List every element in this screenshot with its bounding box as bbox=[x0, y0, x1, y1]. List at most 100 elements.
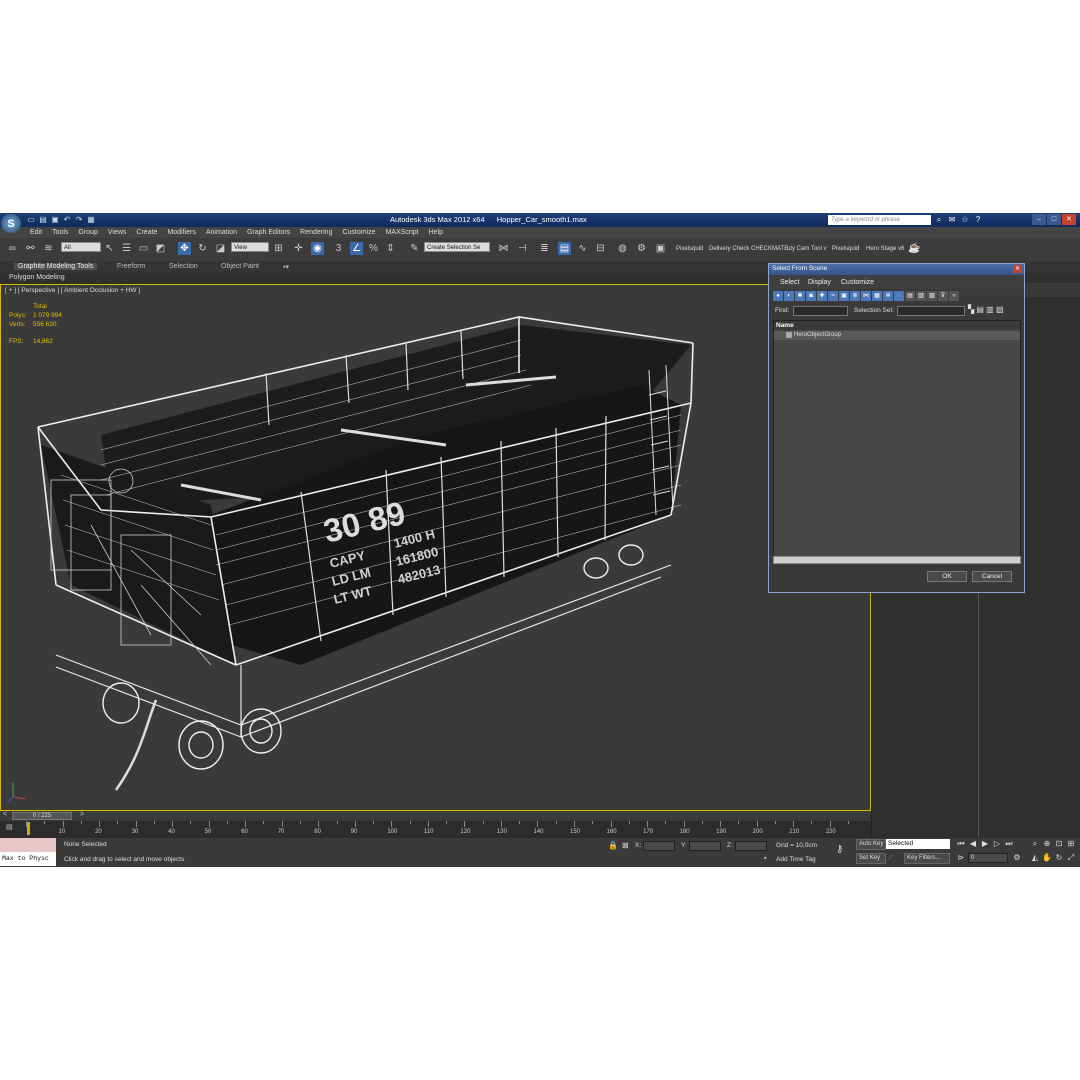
list-item[interactable]: HeroObjectGroup bbox=[774, 331, 1020, 340]
viewport-label[interactable]: [ + ] [ Perspective ] [ Ambient Occlusio… bbox=[5, 287, 140, 294]
play-icon[interactable]: ▶ bbox=[980, 839, 990, 849]
display-invert-icon[interactable]: ▧ bbox=[927, 291, 937, 301]
field-of-view-icon[interactable]: ◭ bbox=[1030, 853, 1040, 863]
pivot-center-icon[interactable]: ⊞ bbox=[272, 242, 285, 255]
render-frame-icon[interactable]: ▣ bbox=[654, 242, 667, 255]
app-menu-button[interactable]: S bbox=[1, 214, 21, 233]
bones-filter-icon[interactable]: ⋈ bbox=[861, 291, 871, 301]
tab-object-paint[interactable]: Object Paint bbox=[221, 263, 259, 270]
dialog-menu-customize[interactable]: Customize bbox=[841, 279, 874, 286]
helpers-filter-icon[interactable]: ✚ bbox=[817, 291, 827, 301]
track-bar[interactable]: ▤ 10 20 30 40 50 60 70 80 90 100 110 120 130 140 150 16… bbox=[0, 821, 871, 838]
display-none-icon[interactable]: ▥ bbox=[916, 291, 926, 301]
tab-selection[interactable]: Selection bbox=[169, 263, 198, 270]
dialog-menu-display[interactable]: Display bbox=[808, 279, 831, 286]
plugin-hero-stage[interactable]: Hero Stage v6 bbox=[866, 246, 904, 252]
curve-editor-icon[interactable]: ∿ bbox=[576, 242, 589, 255]
plugin-delivery-check[interactable]: Delivery Check bbox=[709, 246, 749, 252]
plugin-pixelsquid-1[interactable]: Pixelsquid bbox=[676, 246, 703, 252]
key-icon[interactable]: ⚷ bbox=[836, 844, 843, 855]
save-file-icon[interactable]: ▣ bbox=[50, 215, 60, 225]
mirror-icon[interactable]: ⋈ bbox=[497, 242, 510, 255]
spinner-snap-icon[interactable]: ⇕ bbox=[384, 242, 397, 255]
named-selection-dropdown[interactable]: Create Selection Se bbox=[424, 242, 490, 252]
menu-views[interactable]: Views bbox=[108, 227, 127, 238]
key-mode-dropdown[interactable]: Selected bbox=[886, 839, 950, 849]
time-configuration-icon[interactable]: ⚙ bbox=[1012, 853, 1022, 863]
previous-key-icon[interactable]: ◀ bbox=[968, 839, 978, 849]
horizontal-scrollbar[interactable] bbox=[773, 556, 1021, 564]
bind-spacewarp-icon[interactable]: ≋ bbox=[42, 242, 55, 255]
cancel-button[interactable]: Cancel bbox=[972, 571, 1012, 582]
next-frame-icon[interactable]: > bbox=[80, 811, 84, 818]
schematic-view-icon[interactable]: ⊟ bbox=[594, 242, 607, 255]
selection-set-icons[interactable]: ▚ ▤ ▥ ▧ bbox=[968, 305, 1004, 314]
y-coordinate-field[interactable] bbox=[689, 841, 721, 851]
key-mode-toggle-icon[interactable]: ⊳ bbox=[956, 853, 966, 863]
name-column-header[interactable]: Name bbox=[774, 321, 1020, 330]
graphite-toggle-icon[interactable]: ▤ bbox=[558, 242, 571, 255]
xrefs-filter-icon[interactable]: ⊗ bbox=[850, 291, 860, 301]
maximize-viewport-icon[interactable]: ⤢ bbox=[1066, 853, 1076, 863]
percent-snap-icon[interactable]: % bbox=[367, 242, 380, 255]
render-setup-icon[interactable]: ⚙ bbox=[635, 242, 648, 255]
new-file-icon[interactable]: ▭ bbox=[26, 215, 36, 225]
current-frame-field[interactable]: 0 bbox=[968, 853, 1008, 863]
previous-frame-icon[interactable]: < bbox=[3, 811, 7, 818]
maxscript-listener-output[interactable] bbox=[0, 838, 56, 852]
menu-edit[interactable]: Edit bbox=[30, 227, 42, 238]
dialog-menu-select[interactable]: Select bbox=[780, 279, 799, 286]
zoom-extents-icon[interactable]: ⊡ bbox=[1054, 839, 1064, 849]
menu-maxscript[interactable]: MAXScript bbox=[386, 227, 419, 238]
menu-help[interactable]: Help bbox=[429, 227, 443, 238]
auto-key-button[interactable]: Auto Key bbox=[856, 839, 886, 850]
select-scale-icon[interactable]: ◪ bbox=[214, 242, 227, 255]
maximize-button[interactable]: □ bbox=[1047, 214, 1061, 225]
shapes-filter-icon[interactable]: ◐ bbox=[784, 291, 794, 301]
select-rotate-icon[interactable]: ↻ bbox=[196, 242, 209, 255]
selection-set-dropdown[interactable] bbox=[897, 306, 965, 316]
selection-filter-dropdown[interactable]: All bbox=[61, 242, 101, 252]
material-editor-icon[interactable]: ◍ bbox=[616, 242, 629, 255]
menu-group[interactable]: Group bbox=[78, 227, 97, 238]
rectangular-selection-icon[interactable]: ▭ bbox=[137, 242, 150, 255]
find-input[interactable] bbox=[793, 306, 848, 316]
help-icon[interactable]: ? bbox=[973, 215, 983, 225]
polygon-modeling-label[interactable]: Polygon Modeling bbox=[9, 274, 65, 281]
dialog-title-bar[interactable]: Select From Scene ✕ bbox=[769, 264, 1024, 275]
minimize-button[interactable]: – bbox=[1032, 214, 1046, 225]
geometry-filter-icon[interactable]: ● bbox=[773, 291, 783, 301]
containers-filter-icon[interactable]: ▦ bbox=[872, 291, 882, 301]
open-file-icon[interactable]: ▤ bbox=[38, 215, 48, 225]
go-to-start-icon[interactable]: ⏮ bbox=[956, 839, 966, 849]
select-by-name-icon[interactable]: ☰ bbox=[120, 242, 133, 255]
go-to-end-icon[interactable]: ⏭ bbox=[1004, 839, 1014, 849]
cameras-filter-icon[interactable]: ◙ bbox=[806, 291, 816, 301]
snaps-toggle-icon[interactable]: 3 bbox=[332, 242, 345, 255]
x-coordinate-field[interactable] bbox=[643, 841, 675, 851]
align-icon[interactable]: ⊣ bbox=[516, 242, 529, 255]
dialog-filter-icon[interactable]: ⊽ bbox=[938, 291, 948, 301]
link-icon[interactable]: ∞ bbox=[6, 242, 19, 255]
layer-manager-icon[interactable]: ≣ bbox=[538, 242, 551, 255]
redo-icon[interactable]: ↷ bbox=[74, 215, 84, 225]
edit-named-selection-icon[interactable]: ✎ bbox=[408, 242, 421, 255]
lock-selection-icon[interactable]: 🔒 bbox=[608, 841, 618, 850]
menu-create[interactable]: Create bbox=[136, 227, 157, 238]
favorites-icon[interactable]: ☆ bbox=[960, 215, 970, 225]
add-time-tag[interactable]: Add Time Tag bbox=[776, 856, 816, 863]
plugin-cam-tool[interactable]: uty Cam Tool v bbox=[787, 246, 827, 252]
hidden-filter-icon[interactable]: ◌ bbox=[894, 291, 904, 301]
time-slider[interactable]: < 0 / 225 > bbox=[0, 811, 871, 821]
time-tag-icon[interactable]: ▪ bbox=[764, 855, 766, 862]
plugin-checkmate[interactable]: CHECKMATE bbox=[751, 246, 788, 252]
time-slider-thumb[interactable]: 0 / 225 bbox=[12, 812, 72, 820]
pan-icon[interactable]: ✋ bbox=[1042, 853, 1052, 863]
frozen-filter-icon[interactable]: ❄ bbox=[883, 291, 893, 301]
select-manipulate-icon[interactable]: ✛ bbox=[292, 242, 305, 255]
tab-freeform[interactable]: Freeform bbox=[117, 263, 145, 270]
keyboard-shortcut-override-icon[interactable]: ◉ bbox=[311, 242, 324, 255]
next-key-icon[interactable]: ▷ bbox=[992, 839, 1002, 849]
orbit-icon[interactable]: ↻ bbox=[1054, 853, 1064, 863]
key-filters-button[interactable]: Key Filters... bbox=[904, 853, 950, 864]
